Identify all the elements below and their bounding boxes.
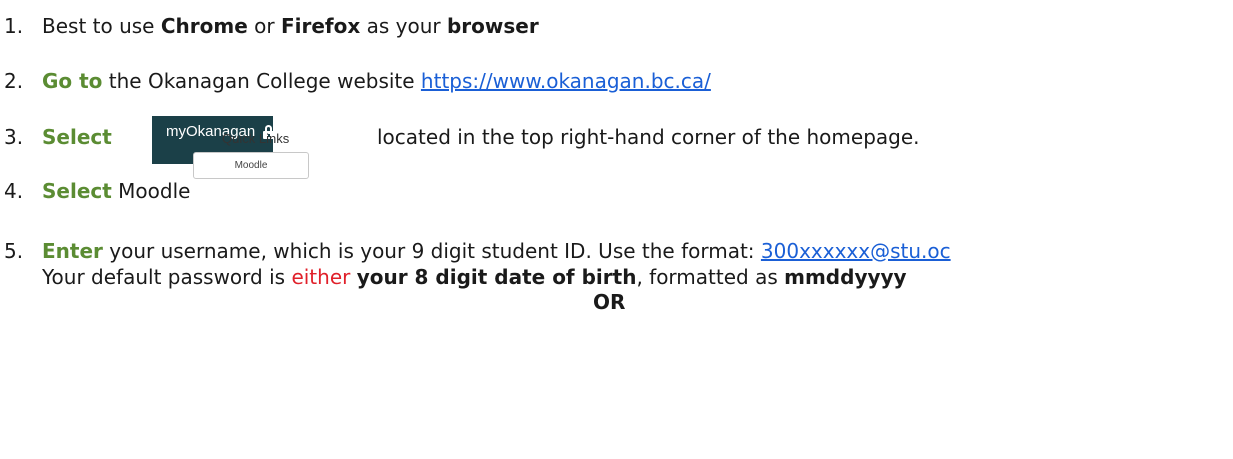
step-action: Enter [42,239,103,263]
step-emphasis: either [291,265,351,289]
step-3-description: located in the top right-hand corner of … [377,124,920,150]
moodle-quick-link-button[interactable]: Moodle [193,152,309,179]
step-2: 2. Go to the Okanagan College website htt… [0,68,711,94]
step-5-password: Your default password is either your 8 d… [42,264,907,290]
step-action: Select [42,179,112,203]
step-text: Moodle [111,179,191,203]
step-number: 3. [4,125,24,149]
step-action: Select [42,125,112,149]
or-separator: OR [593,290,626,314]
step-text: or [247,14,281,38]
step-text: , formatted as [636,265,785,289]
step-number: 5. [4,239,24,263]
step-text: Your default password is [42,265,292,289]
step-4: 4. Select Moodle [0,178,190,204]
step-text: your username, which is your 9 digit stu… [102,239,761,263]
quick-links-label: Quick Links [222,131,290,146]
step-bold: Firefox [280,14,361,38]
step-text: as your [360,14,447,38]
step-number: 2. [4,69,24,93]
step-bold: browser [446,14,539,38]
step-bold: mmddyyyy [784,265,907,289]
step-text: Best to use [42,14,161,38]
college-website-link[interactable]: https://www.okanagan.bc.ca/ [421,69,711,93]
step-action: Go to [42,69,103,93]
step-number: 4. [4,179,24,203]
step-1: 1. Best to use Chrome or Firefox as your … [0,13,539,39]
step-text: the Okanagan College website [102,69,421,93]
step-bold: your 8 digit date of birth [356,265,637,289]
step-text: located in the top right-hand corner of … [377,125,920,149]
username-format-link[interactable]: 300xxxxxx@stu.oc [761,239,951,263]
step-number: 1. [4,14,24,38]
step-bold: Chrome [160,14,248,38]
step-3: 3. Select [0,124,112,150]
step-5: 5. Enter your username, which is your 9 d… [0,238,951,264]
